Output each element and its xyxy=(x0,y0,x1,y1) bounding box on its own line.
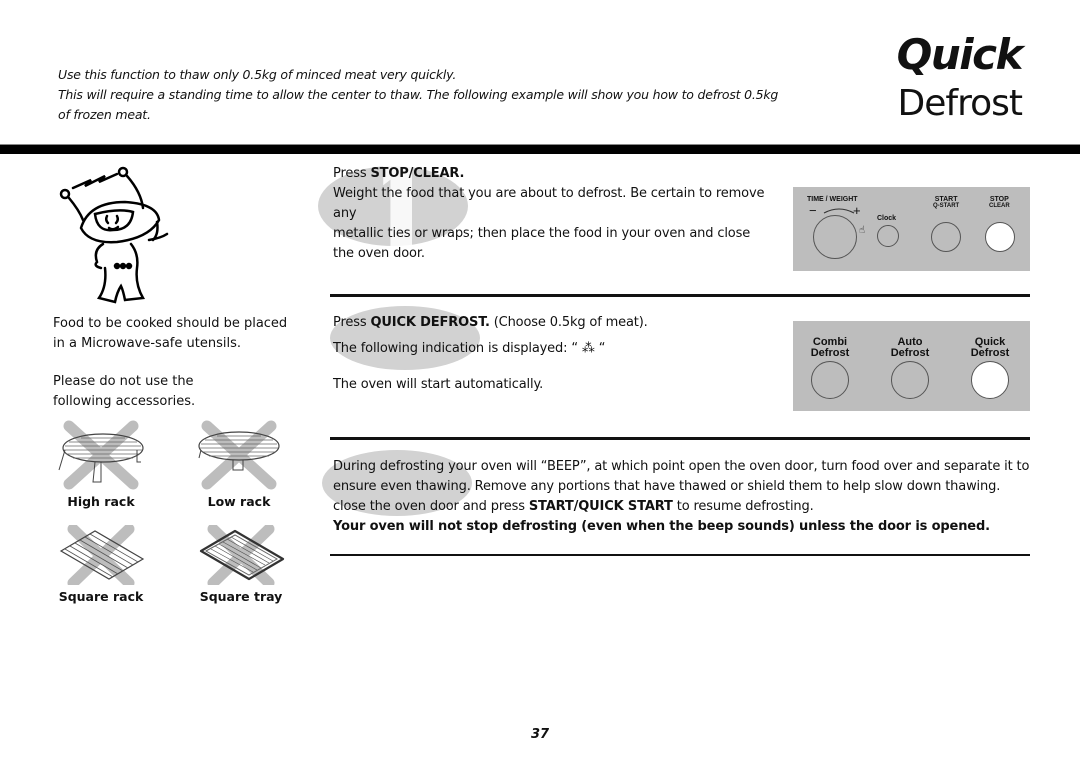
accessory-square-tray: Square tray xyxy=(186,525,296,604)
intro-line-1: Use this function to thaw only 0.5kg of … xyxy=(58,67,457,82)
utensil-note: Food to be cooked should be placed in a … xyxy=(53,314,293,354)
stop-label: STOP CLEAR xyxy=(989,196,1010,209)
combi-defrost-label: Combi Defrost xyxy=(810,336,850,359)
accessory-label-square-tray: Square tray xyxy=(199,589,283,604)
header-divider xyxy=(0,144,1080,154)
clock-button[interactable] xyxy=(877,225,899,247)
accessory-high-rack: High rack xyxy=(46,420,156,509)
accessories-warning: Please do not use the following accessor… xyxy=(53,372,253,412)
intro-text: Use this function to thaw only 0.5kg of … xyxy=(58,65,798,125)
accessory-label-low-rack: Low rack xyxy=(207,494,271,509)
step-divider-3 xyxy=(330,554,1030,556)
page-title-quick: Quick xyxy=(896,30,1024,79)
step-1-line-3: the oven door. xyxy=(333,246,425,261)
waving-mascot-icon xyxy=(45,158,195,308)
step-2-text: Press QUICK DEFROST. (Choose 0.5kg of me… xyxy=(333,313,783,395)
accessory-low-rack: Low rack xyxy=(184,420,294,509)
step-3-warning: Your oven will not stop defrosting (even… xyxy=(333,519,990,534)
quick-defrost-button-name: QUICK DEFROST. xyxy=(370,315,490,330)
dial-arrow-icon xyxy=(823,208,855,214)
start-label: START Q-START xyxy=(933,196,960,209)
defrost-indicator-icon: ⁂ xyxy=(581,341,595,356)
intro-line-3: of frozen meat. xyxy=(58,107,151,122)
time-weight-dial[interactable] xyxy=(813,215,857,259)
step-1-press-line: Press STOP/CLEAR. xyxy=(333,166,465,181)
quick-defrost-button[interactable] xyxy=(971,361,1009,399)
step-3-line-3: close the oven door and press START/QUIC… xyxy=(333,499,814,514)
control-panel-defrost: Combi Defrost Auto Defrost Quick Defrost xyxy=(793,321,1030,411)
clock-label: Clock xyxy=(877,215,897,222)
stop-clear-button[interactable] xyxy=(985,222,1015,252)
auto-defrost-button[interactable] xyxy=(891,361,929,399)
high-rack-crossed-icon xyxy=(58,420,144,490)
step-3-text: During defrosting your oven will “BEEP”,… xyxy=(333,457,1033,537)
step-1-text: Press STOP/CLEAR. Weight the food that y… xyxy=(333,164,783,264)
step-2-auto-line: The oven will start automatically. xyxy=(333,377,544,392)
accessory-label-square-rack: Square rack xyxy=(58,589,144,604)
start-button[interactable] xyxy=(931,222,961,252)
auto-defrost-label: Auto Defrost xyxy=(890,336,930,359)
control-panel-stop-clear: TIME / WEIGHT − + ☝ Clock START Q-START … xyxy=(793,187,1030,271)
step-divider-2 xyxy=(330,437,1030,440)
page-number: 37 xyxy=(530,727,550,742)
square-tray-crossed-icon xyxy=(199,525,285,585)
accessories-warning-text: Please do not use the following accessor… xyxy=(53,374,196,409)
step-2-indication-line: The following indication is displayed: “… xyxy=(333,341,606,356)
accessory-label-high-rack: High rack xyxy=(67,494,135,509)
combi-defrost-button[interactable] xyxy=(811,361,849,399)
time-weight-label: TIME / WEIGHT xyxy=(807,196,858,203)
page-title-defrost: Defrost xyxy=(897,83,1023,124)
utensil-note-text: Food to be cooked should be placed in a … xyxy=(53,316,288,351)
square-rack-crossed-icon xyxy=(59,525,145,585)
quick-defrost-label: Quick Defrost xyxy=(970,336,1010,359)
low-rack-crossed-icon xyxy=(198,420,280,490)
step-3-line-1: During defrosting your oven will “BEEP”,… xyxy=(333,459,1030,474)
accessory-square-rack: Square rack xyxy=(46,525,156,604)
start-quick-start-button-name: START/QUICK START xyxy=(528,499,673,514)
stop-clear-button-name: STOP/CLEAR. xyxy=(370,166,465,181)
step-1-line-2: metallic ties or wraps; then place the f… xyxy=(333,226,751,241)
hand-icon: ☝ xyxy=(859,225,866,236)
step-1-line-1: Weight the food that you are about to de… xyxy=(333,186,765,221)
step-2-press-line: Press QUICK DEFROST. (Choose 0.5kg of me… xyxy=(333,315,648,330)
step-divider-1 xyxy=(330,294,1030,297)
minus-sign: − xyxy=(809,203,817,218)
step-3-line-2: ensure even thawing. Remove any portions… xyxy=(333,479,1001,494)
intro-line-2: This will require a standing time to all… xyxy=(58,87,779,102)
